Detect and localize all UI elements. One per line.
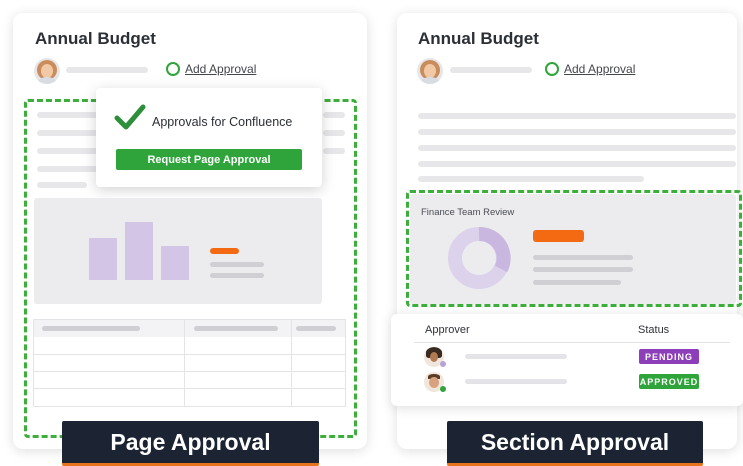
author-placeholder (450, 67, 532, 73)
add-approval-label: Add Approval (564, 62, 636, 76)
status-dot (440, 361, 446, 367)
request-page-approval-button[interactable]: Request Page Approval (116, 149, 302, 170)
section-label: Finance Team Review (421, 207, 515, 218)
chart-bar (161, 246, 189, 280)
legend-line (533, 267, 633, 272)
section-approval-caption: Section Approval (447, 421, 703, 466)
text-line (418, 129, 736, 135)
page-approval-caption: Page Approval (62, 421, 319, 466)
add-approval-link[interactable]: Add Approval (545, 62, 635, 76)
page-title: Annual Budget (35, 29, 156, 48)
approver-name-placeholder (465, 354, 567, 359)
chart-bar (89, 238, 117, 280)
donut-chart-icon (448, 227, 511, 289)
text-line (418, 161, 736, 167)
text-line (37, 182, 87, 188)
placeholder-table (33, 319, 346, 407)
text-line (418, 113, 736, 119)
text-line (37, 148, 99, 154)
approvals-popup: Approvals for Confluence Request Page Ap… (96, 88, 322, 187)
approver-header: Approver (425, 324, 470, 336)
legend-line (533, 280, 621, 285)
author-placeholder (66, 67, 148, 73)
checkmark-icon (114, 104, 146, 130)
status-badge: PENDING (639, 349, 699, 364)
approver-name-placeholder (465, 379, 567, 384)
status-header: Status (638, 324, 670, 336)
text-line (418, 176, 644, 182)
text-line (37, 130, 99, 136)
legend-line (210, 273, 264, 278)
add-approval-circle-icon (166, 62, 180, 76)
legend-highlight (210, 248, 239, 254)
add-approval-link[interactable]: Add Approval (166, 62, 256, 76)
text-line (323, 130, 345, 136)
text-line (323, 148, 345, 154)
page-title: Annual Budget (418, 29, 539, 48)
text-line (418, 145, 736, 151)
text-line (37, 112, 99, 118)
status-badge: APPROVED (639, 374, 699, 389)
text-line (37, 166, 99, 172)
header-divider (414, 342, 730, 343)
text-line (323, 112, 345, 118)
legend-line (533, 255, 633, 260)
chart-bar (125, 222, 153, 280)
legend-line (210, 262, 264, 267)
legend-highlight (533, 230, 584, 242)
avatar (417, 58, 443, 84)
status-dot (440, 386, 446, 392)
add-approval-circle-icon (545, 62, 559, 76)
avatar (34, 58, 60, 84)
add-approval-label: Add Approval (185, 62, 257, 76)
popup-heading: Approvals for Confluence (152, 115, 293, 129)
